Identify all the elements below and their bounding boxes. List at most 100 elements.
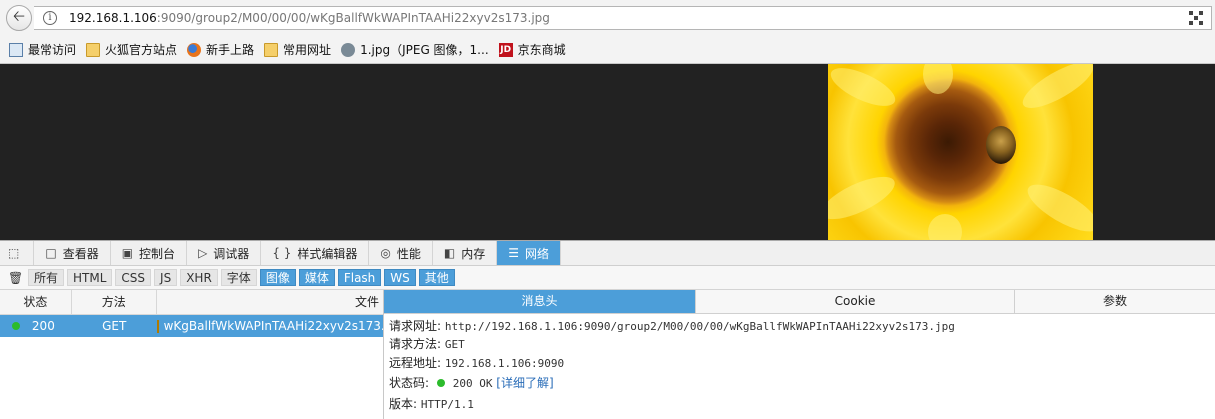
bookmark-firefox-site[interactable]: 火狐官方站点 (86, 41, 177, 58)
tab-headers[interactable]: 消息头 (384, 290, 696, 313)
tab-label: 内存 (461, 246, 486, 261)
tab-memory[interactable]: ◧ 内存 (433, 241, 498, 265)
tab-network[interactable]: ☰ 网络 (497, 241, 562, 265)
tab-cookies[interactable]: Cookie (696, 290, 1015, 313)
qr-code-icon[interactable] (1189, 11, 1203, 25)
devtools-toolbar: ⬚ □ 查看器 ▣ 控制台 ▷ 调试器 { } 样式编辑器 ◎ 性能 ◧ 内存 ☰ 网络 (0, 241, 1215, 266)
tab-console[interactable]: ▣ 控制台 (111, 241, 188, 265)
network-icon: ☰ (508, 246, 520, 260)
filter-ws[interactable]: WS (384, 269, 416, 286)
globe-icon (341, 42, 356, 57)
devtools-panel: ⬚ □ 查看器 ▣ 控制台 ▷ 调试器 { } 样式编辑器 ◎ 性能 ◧ 内存 ☰ 网络 🗑 … (0, 240, 1215, 419)
header-request-method: 请求方法: GET (389, 335, 465, 353)
request-status: 200 (31, 319, 55, 333)
tab-params[interactable]: 参数 (1015, 290, 1215, 313)
info-icon[interactable]: i (43, 11, 57, 25)
bee (986, 126, 1016, 164)
filter-xhr[interactable]: XHR (180, 269, 218, 286)
filter-images[interactable]: 图像 (259, 269, 296, 286)
column-file[interactable]: 文件 (157, 290, 383, 314)
tab-debugger[interactable]: ▷ 调试器 (187, 241, 262, 265)
folder-icon (86, 42, 101, 57)
url-host: 192.168.1.106 (69, 11, 157, 25)
filter-all[interactable]: 所有 (28, 269, 65, 286)
learn-more-link[interactable]: [详细了解] (496, 376, 553, 390)
header-remote-address: 远程地址: 192.168.1.106:9090 (389, 354, 564, 372)
braces-icon: { } (272, 246, 292, 260)
request-details: 消息头 Cookie 参数 请求网址: http://192.168.1.106… (384, 290, 1215, 419)
bookmark-common-sites[interactable]: 常用网址 (264, 41, 331, 58)
tab-label: 调试器 (213, 246, 250, 261)
url-text[interactable]: 192.168.1.106:9090/group2/M00/00/00/wKgB… (69, 11, 550, 25)
tab-inspector[interactable]: □ 查看器 (34, 241, 111, 265)
tab-label: 控制台 (139, 246, 176, 261)
filter-flash[interactable]: Flash (337, 269, 382, 286)
label: 状态码: (389, 376, 430, 390)
bookmark-label: 最常访问 (28, 43, 77, 57)
tab-style-editor[interactable]: { } 样式编辑器 (261, 241, 370, 265)
label: 版本: (389, 397, 418, 411)
header-request-url: 请求网址: http://192.168.1.106:9090/group2/M… (389, 317, 955, 335)
status-ok-icon (436, 379, 445, 387)
console-icon: ▣ (121, 246, 134, 260)
value: HTTP/1.1 (420, 398, 474, 411)
bookmark-most-visited[interactable]: 最常访问 (9, 41, 76, 58)
header-version: 版本: HTTP/1.1 (389, 395, 474, 413)
address-bar: 🡠 i 192.168.1.106:9090/group2/M00/00/00/… (0, 0, 1215, 36)
bookmark-label: 火狐官方站点 (105, 43, 178, 57)
filter-media[interactable]: 媒体 (298, 269, 335, 286)
tab-performance[interactable]: ◎ 性能 (369, 241, 433, 265)
network-filter-bar: 🗑 所有 HTML CSS JS XHR 字体 图像 媒体 Flash WS 其… (0, 266, 1215, 290)
bookmark-jpeg-image[interactable]: 1.jpg（JPEG 图像，1... (341, 41, 489, 58)
folder-icon (264, 42, 279, 57)
filter-other[interactable]: 其他 (418, 269, 455, 286)
label: 远程地址: (389, 356, 442, 370)
element-picker-icon[interactable]: ⬚ (0, 241, 35, 265)
image-thumbnail-icon (156, 319, 159, 333)
status-dot-cell (0, 322, 32, 330)
debugger-icon: ▷ (198, 246, 208, 260)
request-file-cell: wKgBallfWkWAPInTAAHi22xyv2s173.jpg (156, 319, 383, 333)
jd-icon: JD (498, 42, 513, 57)
table-row[interactable]: 200 GET wKgBallfWkWAPInTAAHi22xyv2s173.j… (0, 315, 383, 337)
back-arrow-icon[interactable]: 🡠 (6, 5, 32, 31)
filter-fonts[interactable]: 字体 (220, 269, 257, 286)
header-status-code: 状态码: 200 OK [详细了解] (389, 374, 554, 392)
tab-label: 网络 (525, 246, 550, 261)
bookmarks-toolbar: 最常访问 火狐官方站点 新手上路 常用网址 1.jpg（JPEG 图像，1...… (0, 36, 1215, 64)
column-status[interactable]: 状态 (0, 290, 72, 314)
column-method[interactable]: 方法 (72, 290, 157, 314)
url-path: :9090/group2/M00/00/00/wKgBallfWkWAPInTA… (156, 11, 550, 25)
trash-icon[interactable]: 🗑 (8, 271, 23, 285)
tab-label: 样式编辑器 (297, 246, 358, 261)
bookmark-label: 1.jpg（JPEG 图像，1... (360, 43, 489, 57)
value: GET (444, 338, 465, 351)
bookmark-jd[interactable]: JD 京东商城 (498, 41, 566, 58)
value: 200 OK (452, 377, 493, 390)
detail-tabs: 消息头 Cookie 参数 (384, 290, 1215, 314)
bookmark-label: 新手上路 (206, 43, 255, 57)
tab-label: 查看器 (62, 246, 99, 261)
request-list: 状态 方法 文件 200 GET wKgBallfWkWAPInTAAHi22x… (0, 290, 384, 419)
request-method: GET (102, 319, 127, 333)
request-file: wKgBallfWkWAPInTAAHi22xyv2s173.jpg (163, 319, 383, 333)
request-list-header: 状态 方法 文件 (0, 290, 383, 315)
bookmark-getting-started[interactable]: 新手上路 (187, 41, 254, 58)
image-viewer (0, 64, 1215, 240)
firefox-icon (187, 42, 202, 57)
filter-js[interactable]: JS (154, 269, 178, 286)
label: 请求网址: (389, 319, 442, 333)
status-ok-icon (11, 322, 20, 330)
performance-icon: ◎ (380, 246, 391, 260)
sunflower-image (828, 64, 1093, 240)
value: http://192.168.1.106:9090/group2/M00/00/… (444, 320, 955, 333)
label: 请求方法: (389, 337, 442, 351)
tab-label: 性能 (396, 246, 421, 261)
bookmark-label: 常用网址 (283, 43, 332, 57)
bookmark-label: 京东商城 (517, 43, 566, 57)
filter-html[interactable]: HTML (67, 269, 113, 286)
url-field[interactable]: i 192.168.1.106:9090/group2/M00/00/00/wK… (34, 6, 1212, 30)
filter-css[interactable]: CSS (115, 269, 152, 286)
memory-icon: ◧ (443, 246, 456, 260)
inspector-icon: □ (45, 246, 57, 260)
